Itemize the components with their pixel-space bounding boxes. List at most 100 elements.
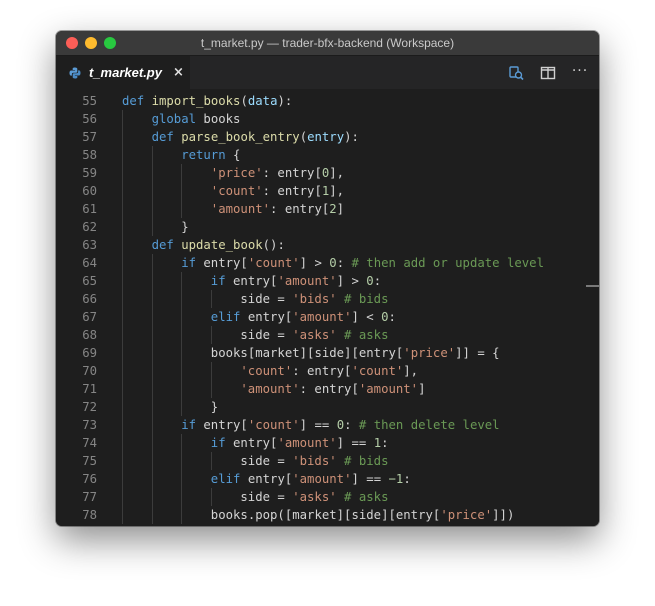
line-code: if entry['count'] > 0: # then add or upd… <box>181 254 544 272</box>
indent-guide <box>181 362 183 380</box>
code-line[interactable]: 70 'count': entry['count'], <box>56 362 586 380</box>
indent-guide <box>181 488 183 506</box>
code-token: 0 <box>336 418 345 432</box>
code-token: # then add or update level <box>351 256 545 270</box>
code-token: # asks <box>344 490 389 504</box>
scrollbar-position-marker[interactable] <box>586 285 599 287</box>
code-token: entry[ <box>247 310 293 324</box>
code-token: 'amount' <box>210 202 271 216</box>
line-code: if entry['amount'] > 0: <box>211 272 381 290</box>
indent-guide <box>181 344 183 362</box>
code-token: side = <box>240 490 293 504</box>
code-line[interactable]: 55 def import_books(data): <box>56 92 586 110</box>
code-line[interactable]: 75 side = 'bids' # bids <box>56 452 586 470</box>
indent-guide <box>151 164 153 182</box>
code-line[interactable]: 71 'amount': entry['amount'] <box>56 380 586 398</box>
line-number: 67 <box>82 310 97 324</box>
more-actions-icon[interactable]: ··· <box>571 62 589 80</box>
indent-guide <box>122 344 123 362</box>
tab-t-market-py[interactable]: t_market.py × <box>56 56 190 89</box>
code-token: if <box>210 436 234 450</box>
indent-guide <box>151 200 153 218</box>
code-line[interactable]: 57 def parse_book_entry(entry): <box>56 128 586 146</box>
line-code: } <box>211 398 218 416</box>
line-code: side = 'asks' # asks <box>240 326 388 344</box>
code-line[interactable]: 56 global books <box>56 110 586 128</box>
code-token: : entry[ <box>292 364 352 378</box>
code-line[interactable]: 59 'price': entry[0], <box>56 164 586 182</box>
line-code: 'count': entry[1], <box>211 182 344 200</box>
code-token: (): <box>262 238 285 252</box>
code-line[interactable]: 60 'count': entry[1], <box>56 182 586 200</box>
code-line[interactable]: 61 'amount': entry[2] <box>56 200 586 218</box>
editor-window: t_market.py — trader-bfx-backend (Worksp… <box>56 31 599 526</box>
code-line[interactable]: 66 side = 'bids' # bids <box>56 290 586 308</box>
indent-guide <box>122 110 123 128</box>
code-token: 'count' <box>247 256 300 270</box>
code-token: ] == <box>299 418 337 432</box>
line-code: side = 'asks' # asks <box>240 488 388 506</box>
code-line[interactable]: 58 return { <box>56 146 586 164</box>
code-token: def <box>122 94 152 108</box>
code-line[interactable]: 65 if entry['amount'] > 0: <box>56 272 586 290</box>
line-number: 76 <box>82 472 97 486</box>
line-code: books[market][side][entry['price']] = { <box>211 344 500 362</box>
code-line[interactable]: 72} <box>56 398 586 416</box>
line-number: 71 <box>82 382 97 396</box>
code-token: : <box>373 274 382 288</box>
indent-guide <box>151 362 153 380</box>
indent-guide <box>151 470 153 488</box>
code-line[interactable]: 76 elif entry['amount'] == −1: <box>56 470 586 488</box>
code-line[interactable]: 67 elif entry['amount'] < 0: <box>56 308 586 326</box>
indent-guide <box>181 506 183 524</box>
code-editor[interactable]: 55 def import_books(data): 56 global books 5… <box>56 89 599 526</box>
line-number: 69 <box>82 346 97 360</box>
code-line[interactable]: 63 def update_book(): <box>56 236 586 254</box>
indent-guide <box>122 128 123 146</box>
code-line[interactable]: 64 if entry['count'] > 0: # then add or u… <box>56 254 586 272</box>
code-token: if <box>181 256 204 270</box>
indent-guide <box>122 434 123 452</box>
line-number: 61 <box>82 202 97 216</box>
line-code: if entry['count'] == 0: # then delete le… <box>181 416 499 434</box>
code-line[interactable]: 68 side = 'asks' # asks <box>56 326 586 344</box>
code-line[interactable]: 77 side = 'asks' # asks <box>56 488 586 506</box>
code-token: : <box>403 472 411 486</box>
code-token: 0 <box>329 256 337 270</box>
code-line[interactable]: 69 books[market][side][entry['price']] = … <box>56 344 586 362</box>
indent-guide <box>122 200 123 218</box>
code-token: : entry[ <box>262 166 322 180</box>
code-token: ): <box>277 94 293 108</box>
indent-guide <box>181 326 183 344</box>
code-token: 'amount' <box>292 472 352 486</box>
indent-guide <box>181 380 183 398</box>
title-bar[interactable]: t_market.py — trader-bfx-backend (Worksp… <box>56 31 599 56</box>
close-tab-icon[interactable]: × <box>173 65 184 80</box>
code-token: side = <box>240 328 293 342</box>
code-token: entry[ <box>247 472 293 486</box>
open-changes-icon[interactable] <box>507 64 525 82</box>
split-editor-icon[interactable] <box>539 64 557 82</box>
line-number: 68 <box>82 328 97 342</box>
line-number: 77 <box>82 490 97 504</box>
line-number: 72 <box>82 400 97 414</box>
indent-guide <box>151 290 153 308</box>
code-token: 1 <box>373 436 382 450</box>
line-code: side = 'bids' # bids <box>240 290 388 308</box>
window-title: t_market.py — trader-bfx-backend (Worksp… <box>200 36 455 50</box>
code-token: } <box>181 220 189 234</box>
code-token: ] <box>336 202 345 216</box>
indent-guide <box>151 182 153 200</box>
code-line[interactable]: 73 if entry['count'] == 0: # then delete … <box>56 416 586 434</box>
code-line[interactable]: 78 books.pop([market][side][entry['price'… <box>56 506 586 524</box>
indent-guide <box>122 308 123 326</box>
code-line[interactable]: 74 if entry['amount'] == 1: <box>56 434 586 452</box>
indent-guide <box>151 218 153 236</box>
line-code: elif entry['amount'] == −1: <box>211 470 411 488</box>
code-line[interactable]: 62} <box>56 218 586 236</box>
indent-guide <box>151 506 153 524</box>
indent-guide <box>181 470 183 488</box>
